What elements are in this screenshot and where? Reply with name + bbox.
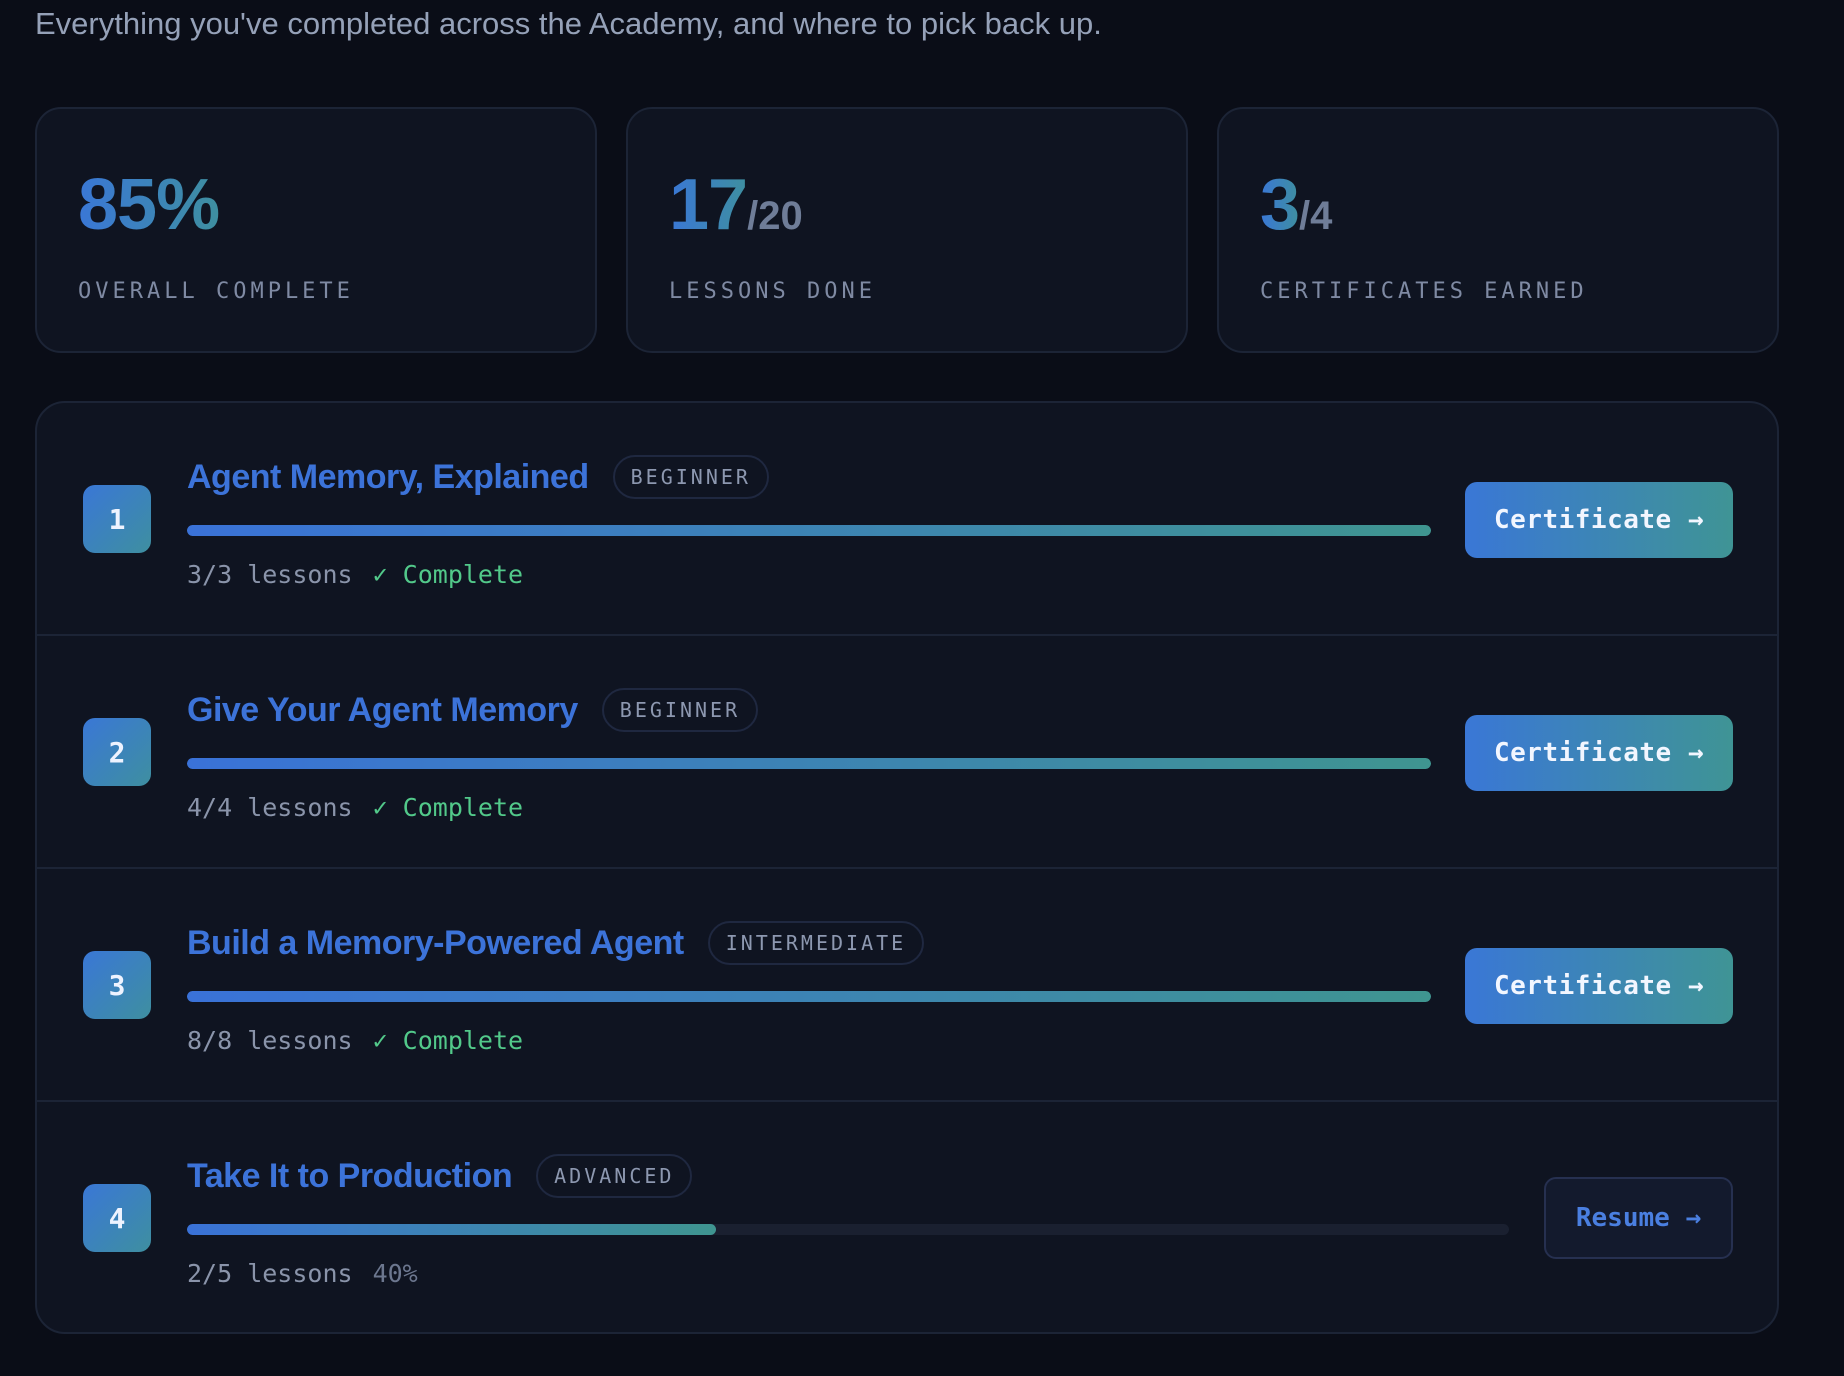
course-header: Give Your Agent Memory BEGINNER — [187, 688, 759, 732]
stat-value: 3/4 — [1260, 169, 1332, 241]
course-title[interactable]: Agent Memory, Explained — [187, 458, 589, 497]
level-badge: BEGINNER — [612, 455, 769, 499]
level-badge: ADVANCED — [536, 1154, 693, 1198]
course-meta: 8/8 lessons ✓ Complete — [187, 1026, 523, 1055]
course-title[interactable]: Build a Memory-Powered Agent — [187, 924, 684, 963]
progress-page: Everything you've completed across the A… — [0, 0, 1844, 1376]
progress-bar — [187, 525, 1431, 536]
level-badge: BEGINNER — [601, 688, 759, 732]
lesson-count: 2/5 lessons — [187, 1259, 353, 1288]
course-number-badge: 4 — [83, 1184, 151, 1252]
course-title[interactable]: Take It to Production — [187, 1157, 513, 1196]
course-row: 2 Give Your Agent Memory BEGINNER 4/4 le… — [37, 636, 1777, 869]
stat-value: 17/20 — [669, 169, 803, 241]
progress-bar-fill — [187, 991, 1431, 1002]
complete-status: ✓ Complete — [372, 793, 524, 822]
course-number-badge: 2 — [83, 718, 151, 786]
certificate-button[interactable]: Certificate → — [1465, 482, 1733, 558]
complete-status: ✓ Complete — [372, 1026, 524, 1055]
course-row: 1 Agent Memory, Explained BEGINNER 3/3 l… — [37, 403, 1777, 636]
stat-label: CERTIFICATES EARNED — [1260, 279, 1588, 304]
course-header: Take It to Production ADVANCED — [187, 1154, 693, 1198]
stat-card-lessons: 17/20 LESSONS DONE — [626, 107, 1188, 353]
lesson-count: 4/4 lessons — [187, 793, 353, 822]
progress-bar — [187, 758, 1431, 769]
course-meta: 2/5 lessons 40% — [187, 1259, 418, 1288]
resume-button[interactable]: Resume → — [1544, 1177, 1733, 1259]
level-badge: INTERMEDIATE — [707, 921, 925, 965]
stat-card-overall: 85% OVERALL COMPLETE — [35, 107, 597, 353]
stat-number: 85% — [78, 165, 220, 245]
stat-label: LESSONS DONE — [669, 279, 876, 304]
stat-suffix: /4 — [1299, 194, 1333, 238]
stat-card-certificates: 3/4 CERTIFICATES EARNED — [1217, 107, 1779, 353]
stat-number: 3 — [1260, 165, 1300, 245]
lesson-count: 3/3 lessons — [187, 560, 353, 589]
progress-bar-fill — [187, 525, 1431, 536]
course-meta: 3/3 lessons ✓ Complete — [187, 560, 523, 589]
course-header: Build a Memory-Powered Agent INTERMEDIAT… — [187, 921, 925, 965]
certificate-button[interactable]: Certificate → — [1465, 715, 1733, 791]
lesson-count: 8/8 lessons — [187, 1026, 353, 1055]
progress-percent: 40% — [372, 1259, 418, 1288]
course-number-badge: 1 — [83, 485, 151, 553]
stat-suffix: /20 — [747, 194, 803, 238]
course-number-badge: 3 — [83, 951, 151, 1019]
course-list: 1 Agent Memory, Explained BEGINNER 3/3 l… — [35, 401, 1779, 1334]
course-meta: 4/4 lessons ✓ Complete — [187, 793, 523, 822]
progress-bar — [187, 991, 1431, 1002]
progress-bar-fill — [187, 1224, 716, 1235]
progress-bar-fill — [187, 758, 1431, 769]
stat-label: OVERALL COMPLETE — [78, 279, 354, 304]
course-row: 4 Take It to Production ADVANCED 2/5 les… — [37, 1102, 1777, 1332]
certificate-button[interactable]: Certificate → — [1465, 948, 1733, 1024]
stat-value: 85% — [78, 169, 220, 241]
complete-status: ✓ Complete — [372, 560, 524, 589]
progress-bar — [187, 1224, 1509, 1235]
course-title[interactable]: Give Your Agent Memory — [187, 691, 578, 730]
page-subtitle: Everything you've completed across the A… — [35, 6, 1102, 41]
stat-number: 17 — [669, 165, 748, 245]
course-row: 3 Build a Memory-Powered Agent INTERMEDI… — [37, 869, 1777, 1102]
course-header: Agent Memory, Explained BEGINNER — [187, 455, 769, 499]
stats-row: 85% OVERALL COMPLETE 17/20 LESSONS DONE … — [35, 107, 1779, 353]
